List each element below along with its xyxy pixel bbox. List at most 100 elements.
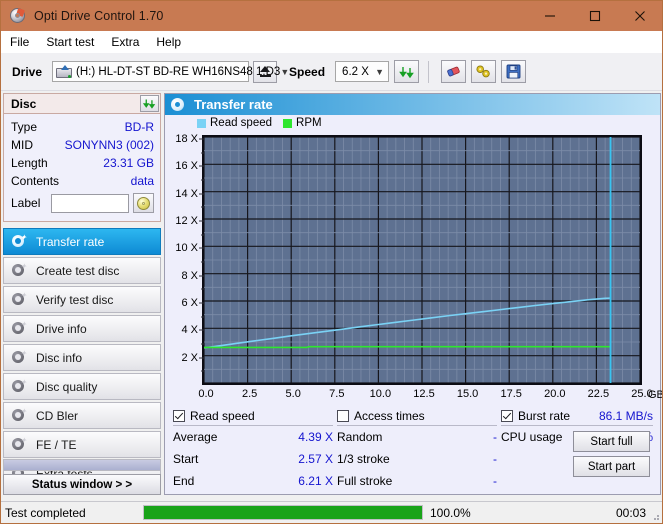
- stat-key: CPU usage: [501, 430, 563, 444]
- disc-row-contents: Contents data: [11, 172, 154, 190]
- erase-button[interactable]: [441, 60, 467, 83]
- main-panel: Transfer rate Read speed RPM 2 X 4 X 6 X 8 …: [164, 93, 662, 495]
- disc-row-length-value: 23.31 GB: [103, 156, 154, 170]
- burst-rate-header: Burst rate 86.1 MB/s: [501, 407, 653, 426]
- read-speed-checkbox[interactable]: [173, 410, 185, 422]
- sidebar-item-label: Transfer rate: [36, 234, 105, 249]
- disc-icon: [171, 97, 185, 112]
- chevron-down-icon: ▼: [280, 66, 290, 77]
- y-axis-tick: [199, 302, 204, 304]
- menu-item-extra[interactable]: Extra: [111, 33, 148, 51]
- y-axis-label: 6 X: [181, 297, 198, 309]
- start-full-button[interactable]: Start full: [573, 431, 650, 452]
- stats-access-times: Access times Random - 1/3 stroke - Full …: [337, 407, 497, 492]
- title-bar: Opti Drive Control 1.70: [1, 1, 662, 31]
- stat-row-average: Average 4.39 X: [173, 426, 333, 448]
- save-button[interactable]: [501, 60, 527, 83]
- app-window: Opti Drive Control 1.70 File Start test …: [0, 0, 663, 524]
- disc-icon: ✦: [11, 408, 27, 423]
- disc-row-mid: MID SONYNN3 (002): [11, 136, 154, 154]
- x-axis-label: 0.0: [198, 388, 214, 400]
- sidebar-item-cd-bler[interactable]: ✦ CD Bler: [3, 402, 161, 429]
- sidebar-item-label: Disc info: [36, 350, 83, 365]
- y-axis-label: 10 X: [175, 242, 198, 255]
- disc-icon: ✦: [11, 321, 27, 336]
- legend-swatch-rpm: [283, 118, 293, 128]
- sidebar-item-drive-info[interactable]: ✦ Drive info: [3, 315, 161, 342]
- chart-area: 2 X 4 X 6 X 8 X 10 X 12 X 14 X 16 X 18 X 0.0 2.5 5.…: [165, 131, 662, 407]
- settings-button[interactable]: [471, 60, 497, 83]
- y-axis-tick: [199, 329, 204, 331]
- speed-select[interactable]: 6.2 X ▼: [335, 61, 390, 82]
- disc-icon: ✦: [11, 379, 27, 394]
- maximize-icon[interactable]: [572, 1, 617, 31]
- disc-row-contents-value: data: [130, 174, 154, 188]
- disc-icon: ✦: [11, 437, 27, 452]
- disc-row-type-value: BD-R: [124, 120, 154, 134]
- sidebar-item-disc-info[interactable]: ✦ Disc info: [3, 344, 161, 371]
- y-axis-tick-minor: [201, 234, 204, 236]
- stat-row-third-stroke: 1/3 stroke -: [337, 448, 497, 470]
- disc-row-length-key: Length: [11, 156, 48, 170]
- status-window-button[interactable]: Status window > >: [3, 474, 161, 495]
- drive-select-value: (H:) HL-DT-ST BD-RE WH16NS48 1.D3: [76, 65, 281, 78]
- stats-panel: Read speed Average 4.39 X Start 2.57 X E…: [165, 407, 660, 494]
- sidebar-item-verify-test-disc[interactable]: ✦ Verify test disc: [3, 286, 161, 313]
- sidebar-item-create-test-disc[interactable]: ✦ Create test disc: [3, 257, 161, 284]
- stat-value: -: [493, 452, 497, 466]
- disc-label-button[interactable]: [133, 193, 154, 213]
- sidebar-item-transfer-rate[interactable]: ✦ Transfer rate: [3, 228, 161, 255]
- x-axis-label: 22.5: [587, 388, 610, 400]
- sidebar-spacer: [3, 459, 161, 471]
- y-axis-tick-minor: [201, 288, 204, 290]
- y-axis-tick: [199, 275, 204, 277]
- disc-icon: ✦: [11, 292, 27, 307]
- access-times-checkbox[interactable]: [337, 410, 349, 422]
- access-times-label: Access times: [354, 409, 425, 423]
- stat-value: -: [493, 474, 497, 488]
- x-axis-label: 12.5: [413, 388, 435, 400]
- disc-panel-title: Disc: [11, 96, 37, 111]
- y-axis-tick: [199, 165, 204, 167]
- refresh-button[interactable]: [394, 60, 420, 83]
- sidebar-item-label: FE / TE: [36, 437, 77, 452]
- sidebar-item-disc-quality[interactable]: ✦ Disc quality: [3, 373, 161, 400]
- menu-item-start-test[interactable]: Start test: [46, 33, 103, 51]
- y-axis-tick: [199, 357, 204, 359]
- sidebar-item-label: Drive info: [36, 321, 87, 336]
- read-speed-header: Read speed: [173, 407, 333, 426]
- y-axis-tick-minor: [201, 261, 204, 263]
- access-times-header: Access times: [337, 407, 497, 426]
- disc-icon: [137, 196, 150, 210]
- read-speed-label: Read speed: [190, 409, 255, 423]
- sidebar-item-label: Disc quality: [36, 379, 98, 394]
- stats-burst-rate: Burst rate 86.1 MB/s CPU usage 2 % Start…: [501, 407, 653, 477]
- menu-item-file[interactable]: File: [10, 33, 38, 51]
- minimize-icon[interactable]: [527, 1, 572, 31]
- plot-svg: [204, 137, 640, 383]
- stat-value: 2.57 X: [298, 452, 333, 466]
- eraser-icon: [447, 66, 460, 77]
- y-axis-tick: [199, 247, 204, 249]
- stat-row-end: End 6.21 X: [173, 470, 333, 492]
- key-icon: [476, 65, 490, 78]
- window-title: Opti Drive Control 1.70: [34, 9, 164, 23]
- resize-grip-icon: [650, 511, 660, 521]
- burst-rate-checkbox[interactable]: [501, 410, 513, 422]
- y-axis-tick: [199, 220, 204, 222]
- disc-row-type-key: Type: [11, 120, 38, 134]
- sidebar-item-fe-te[interactable]: ✦ FE / TE: [3, 431, 161, 458]
- y-axis-tick: [199, 138, 204, 140]
- close-icon[interactable]: [617, 1, 662, 31]
- drive-label: Drive: [12, 64, 43, 79]
- drive-icon: [56, 64, 73, 79]
- chart-panel-header: Transfer rate: [165, 94, 660, 115]
- disc-label-input[interactable]: [51, 193, 129, 213]
- disc-refresh-button[interactable]: [140, 95, 159, 112]
- start-part-button[interactable]: Start part: [573, 456, 650, 477]
- drive-select[interactable]: (H:) HL-DT-ST BD-RE WH16NS48 1.D3 ▼: [52, 61, 289, 82]
- menu-item-help[interactable]: Help: [156, 33, 190, 51]
- disc-row-type: Type BD-R: [11, 118, 154, 136]
- y-axis-tick-minor: [201, 206, 204, 208]
- y-axis-tick-minor: [201, 316, 204, 318]
